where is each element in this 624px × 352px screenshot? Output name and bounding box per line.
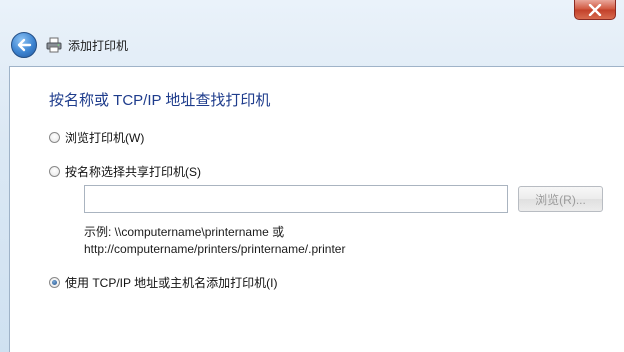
example-line-1: 示例: \\computername\printername 或 [84, 225, 285, 239]
radio-tcpip[interactable] [49, 277, 60, 288]
content-panel: 按名称或 TCP/IP 地址查找打印机 浏览打印机(W) 按名称选择共享打印机(… [9, 66, 624, 352]
dialog-title: 添加打印机 [68, 38, 129, 53]
back-arrow-icon [17, 38, 32, 52]
page-heading: 按名称或 TCP/IP 地址查找打印机 [49, 92, 271, 109]
background-window-title [118, 6, 418, 20]
example-line-2: http://computername/printers/printername… [84, 242, 346, 256]
option-browse-label: 浏览打印机(W) [65, 131, 145, 145]
option-shared-printer[interactable]: 按名称选择共享打印机(S) [49, 163, 201, 180]
window-frame: 添加打印机 按名称或 TCP/IP 地址查找打印机 浏览打印机(W) 按名称选择… [0, 0, 624, 352]
radio-shared-printer[interactable] [49, 166, 60, 177]
radio-browse-printer[interactable] [49, 132, 60, 143]
close-button[interactable] [574, 0, 616, 20]
share-name-input[interactable] [84, 185, 508, 213]
browse-button[interactable]: 浏览(R)... [518, 186, 603, 212]
option-tcpip-label: 使用 TCP/IP 地址或主机名添加打印机(I) [65, 276, 278, 290]
option-shared-label: 按名称选择共享打印机(S) [65, 165, 201, 179]
example-text: 示例: \\computername\printername 或 http://… [84, 224, 345, 258]
option-browse-printer[interactable]: 浏览打印机(W) [49, 129, 144, 146]
close-x-icon [588, 3, 602, 16]
title-toolbar: 添加打印机 [0, 28, 624, 62]
back-button[interactable] [11, 32, 37, 58]
printer-icon [46, 37, 62, 53]
option-tcpip[interactable]: 使用 TCP/IP 地址或主机名添加打印机(I) [49, 274, 277, 291]
